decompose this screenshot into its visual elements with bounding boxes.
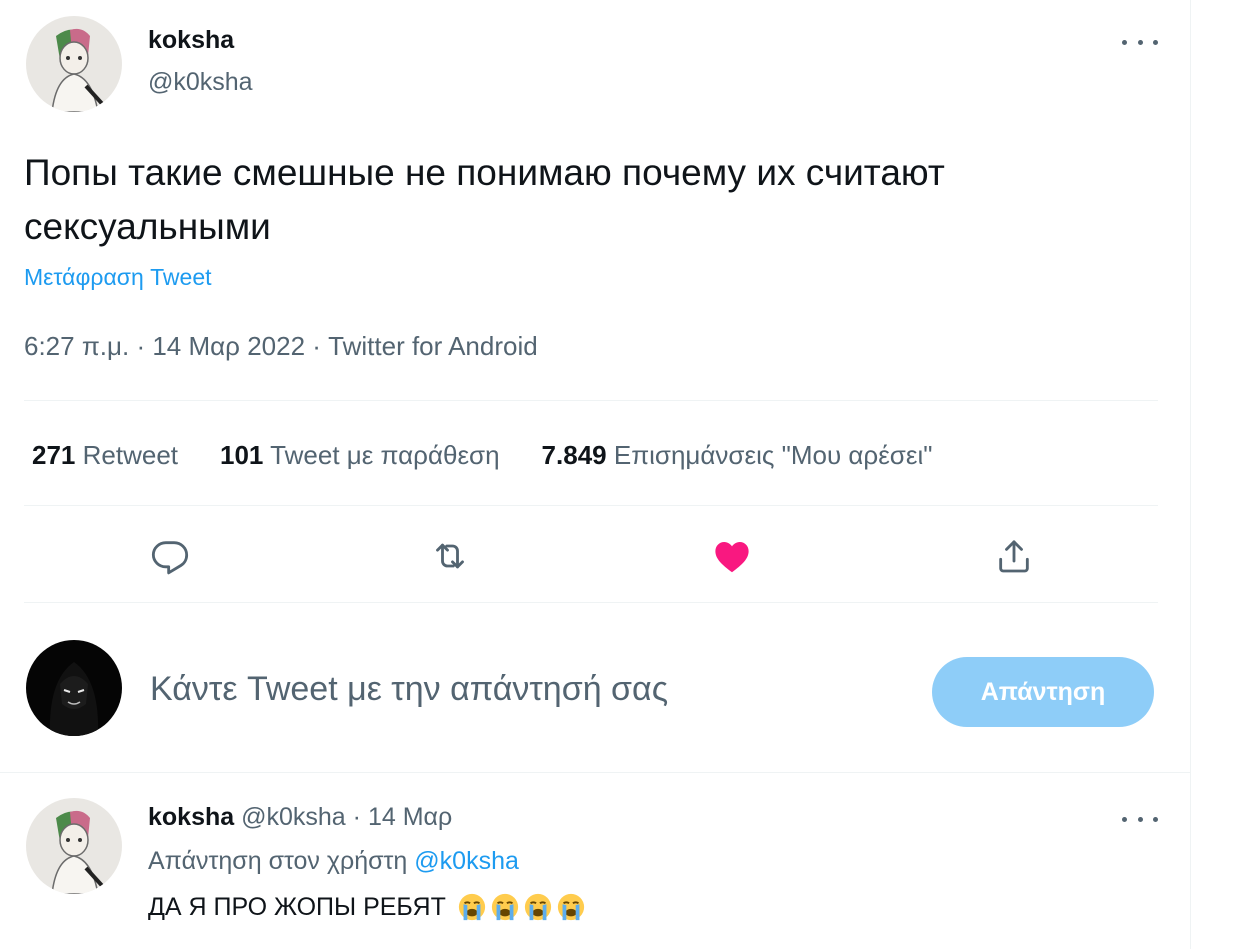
tweet-source[interactable]: Twitter for Android xyxy=(328,331,538,361)
stat-label: Επισημάνσεις "Μου αρέσει" xyxy=(613,440,933,470)
author-avatar[interactable] xyxy=(26,16,122,112)
share-icon[interactable] xyxy=(990,532,1038,580)
tweet-time[interactable]: 6:27 π.μ. xyxy=(24,331,129,361)
more-options-icon[interactable] xyxy=(1122,813,1158,825)
crying-face-icon xyxy=(524,893,551,921)
more-options-icon[interactable] xyxy=(1122,36,1158,48)
stat-label: Tweet με παράθεση xyxy=(270,440,500,470)
reply-author-handle[interactable]: @k0ksha xyxy=(241,803,346,831)
meta-separator: · xyxy=(136,331,146,361)
divider xyxy=(24,602,1158,603)
replying-to-label: Απάντηση στον χρήστη xyxy=(148,847,408,875)
stat-count: 271 xyxy=(32,440,76,470)
emoji-group xyxy=(454,892,586,922)
author-handle[interactable]: @k0ksha xyxy=(148,68,253,97)
reply-author-avatar[interactable] xyxy=(26,798,122,894)
quote-count[interactable]: 101 Tweet με παράθεση xyxy=(220,440,500,471)
crying-face-icon xyxy=(458,893,485,921)
reply-icon[interactable] xyxy=(146,532,194,580)
column-divider xyxy=(1190,0,1191,949)
replying-to-mention[interactable]: @k0ksha xyxy=(414,847,519,875)
reply-author-name[interactable]: koksha xyxy=(148,803,234,831)
divider xyxy=(0,772,1190,773)
like-count[interactable]: 7.849 Επισημάνσεις "Μου αρέσει" xyxy=(542,440,933,471)
author-name[interactable]: koksha xyxy=(148,26,234,55)
divider xyxy=(24,505,1158,506)
crying-face-icon xyxy=(557,893,584,921)
reply-composer-input[interactable]: Κάντε Tweet με την απάντησή σας xyxy=(150,670,668,709)
reply-button[interactable]: Απάντηση xyxy=(932,657,1154,727)
meta-separator: · xyxy=(352,803,361,831)
reply-header: koksha @k0ksha · 14 Μαρ xyxy=(148,803,452,832)
reply-text: ДА Я ПРО ЖОПЫ РЕБЯТ xyxy=(148,892,586,922)
retweet-count[interactable]: 271 Retweet xyxy=(32,440,178,471)
tweet-meta: 6:27 π.μ. · 14 Μαρ 2022 · Twitter for An… xyxy=(24,331,538,362)
stat-count: 101 xyxy=(220,440,264,470)
stat-label: Retweet xyxy=(82,440,179,470)
heart-icon[interactable] xyxy=(708,532,756,580)
stat-count: 7.849 xyxy=(541,440,607,470)
crying-face-icon xyxy=(491,893,518,921)
tweet-date[interactable]: 14 Μαρ 2022 xyxy=(152,331,305,361)
meta-separator: · xyxy=(312,331,321,361)
engagement-stats: 271 Retweet 101 Tweet με παράθεση 7.849 … xyxy=(32,440,974,471)
divider xyxy=(24,400,1158,401)
reply-date[interactable]: 14 Μαρ xyxy=(368,803,452,831)
translate-tweet-link[interactable]: Μετάφραση Tweet xyxy=(24,264,212,291)
reply-text-content: ДА Я ПРО ЖОПЫ РЕБЯТ xyxy=(148,892,446,921)
user-avatar[interactable] xyxy=(26,640,122,736)
replying-to-line: Απάντηση στον χρήστη @k0ksha xyxy=(148,847,519,876)
retweet-icon[interactable] xyxy=(426,532,474,580)
tweet-text: Попы такие смешные не понимаю почему их … xyxy=(24,152,945,247)
